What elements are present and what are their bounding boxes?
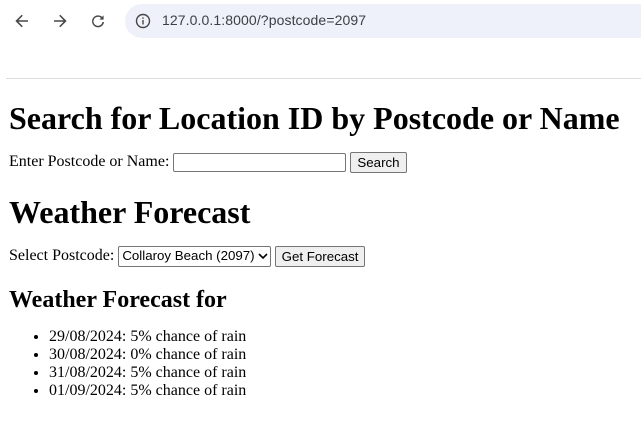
address-bar[interactable]: 127.0.0.1:8000/?postcode=2097	[125, 4, 641, 38]
list-item: 30/08/2024: 0% chance of rain	[49, 346, 634, 364]
url-text: 127.0.0.1:8000/?postcode=2097	[162, 12, 367, 28]
search-heading: Search for Location ID by Postcode or Na…	[9, 100, 620, 136]
forecast-form: Select Postcode: Collaroy Beach (2097) G…	[9, 245, 634, 267]
arrow-left-icon	[15, 14, 28, 28]
forecast-list: 29/08/2024: 5% chance of rain 30/08/2024…	[9, 328, 634, 400]
reload-button[interactable]	[84, 7, 112, 35]
postcode-select[interactable]: Collaroy Beach (2097)	[118, 245, 271, 267]
page-content: Search for Location ID by Postcode or Na…	[9, 79, 634, 400]
postcode-select-value: Collaroy Beach (2097)	[122, 248, 255, 263]
browser-toolbar: 127.0.0.1:8000/?postcode=2097	[0, 0, 641, 43]
list-item: 29/08/2024: 5% chance of rain	[49, 328, 634, 346]
search-label: Enter Postcode or Name:	[9, 153, 170, 170]
search-button[interactable]: Search	[350, 151, 407, 173]
postcode-select-label: Select Postcode:	[9, 247, 115, 264]
info-icon[interactable]	[135, 13, 151, 29]
chevron-down-icon	[258, 253, 268, 260]
search-input[interactable]	[173, 152, 347, 172]
reload-icon	[92, 15, 104, 28]
forecast-heading: Weather Forecast	[9, 194, 251, 230]
forward-button[interactable]	[46, 7, 74, 35]
list-item: 01/09/2024: 5% chance of rain	[49, 382, 634, 400]
list-item: 31/08/2024: 5% chance of rain	[49, 364, 634, 382]
arrow-right-icon	[54, 14, 67, 28]
search-form: Enter Postcode or Name: Search	[9, 151, 634, 173]
get-forecast-button[interactable]: Get Forecast	[274, 245, 366, 267]
back-button[interactable]	[8, 7, 36, 35]
results-heading: Weather Forecast for	[9, 287, 227, 313]
